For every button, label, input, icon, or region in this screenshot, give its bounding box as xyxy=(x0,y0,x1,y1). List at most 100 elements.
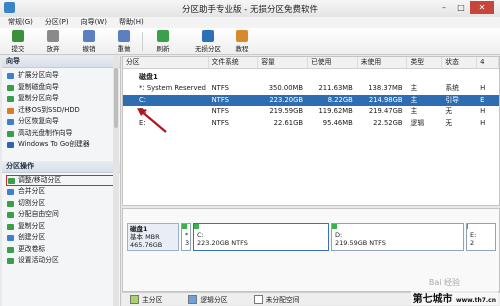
partition-bar-c[interactable]: C: 223.20GB NTFS xyxy=(193,223,329,251)
commit-icon xyxy=(12,30,24,42)
table-row[interactable]: D:NTFS219.59GB119.62MB219.47GB主无H xyxy=(123,106,499,118)
partition-bar-reserved[interactable]: * 3 xyxy=(181,223,191,251)
cell-used: 8.22GB xyxy=(327,95,353,104)
ops-item[interactable]: 调整/移动分区 xyxy=(6,174,116,186)
toolbar-separator xyxy=(142,32,143,51)
ops-item-icon xyxy=(7,189,14,195)
menu-partition[interactable]: 分区(P) xyxy=(45,17,69,28)
disk-name: 磁盘1 xyxy=(130,225,148,233)
wizard-item[interactable]: 扩展分区向导 xyxy=(2,70,120,82)
watermark-site: 第七城市 www.th7.cn xyxy=(410,290,498,305)
col-used[interactable]: 已使用 xyxy=(308,57,358,68)
menu-general[interactable]: 常规(G) xyxy=(8,17,33,28)
partition-info: 2 xyxy=(470,239,475,247)
ops-item[interactable]: 创建分区 xyxy=(2,232,120,244)
wizard-item-icon xyxy=(7,96,14,102)
tutorial-button[interactable]: 教程 xyxy=(230,30,254,53)
undo-button[interactable]: 撤销 xyxy=(77,30,101,53)
maximize-button[interactable]: □ xyxy=(453,1,469,14)
cell-free: 138.37MB xyxy=(368,84,403,92)
col-partition[interactable]: 分区 xyxy=(123,57,209,68)
ops-item[interactable]: 合并分区 xyxy=(2,186,120,198)
redo-icon xyxy=(118,30,130,42)
wizard-item-label: 复制分区向导 xyxy=(18,94,59,102)
col-type[interactable]: 类型 xyxy=(407,57,443,68)
ops-item[interactable]: 更改卷标 xyxy=(2,244,120,256)
legend-unallocated: 未分配空间 xyxy=(253,294,300,304)
ops-item-label: 设置活动分区 xyxy=(18,256,59,264)
cell-used: 119.62MB xyxy=(318,107,353,115)
discard-button[interactable]: 放弃 xyxy=(41,30,65,53)
menu-help[interactable]: 帮助(H) xyxy=(119,17,144,28)
wizard-item-icon xyxy=(7,107,14,114)
ops-item[interactable]: 复制分区 xyxy=(2,221,120,233)
wizard-item[interactable]: 复制分区向导 xyxy=(2,93,120,105)
disk-title: 磁盘1 xyxy=(139,73,158,81)
table-row[interactable]: E: NTFS 22.61GB 95.46MB 22.52GB 逻辑无 H xyxy=(123,118,499,130)
menu-wizard[interactable]: 向导(W) xyxy=(81,17,107,28)
lossless-partition-label: 无损分区 xyxy=(195,45,221,53)
wizard-item[interactable]: 复制磁盘向导 xyxy=(2,82,120,94)
scrollbar-thumb[interactable] xyxy=(114,68,118,128)
cell-type: 主 xyxy=(410,107,418,115)
wizard-item-icon xyxy=(7,142,14,148)
partition-letter: E: xyxy=(470,231,477,239)
partition-info: 3 xyxy=(185,239,190,247)
window-title: 分区助手专业版 - 无损分区免费软件 xyxy=(182,5,318,15)
red-arrow-annotation xyxy=(137,108,167,133)
close-button[interactable]: ✕ xyxy=(470,1,494,14)
ops-item-icon xyxy=(7,212,14,218)
legend-label: 主分区 xyxy=(142,296,163,304)
disk-info-block[interactable]: 磁盘1 基本 MBR 465.76GB xyxy=(127,223,179,251)
partition-bar-d[interactable]: D: 219.59GB NTFS xyxy=(331,223,464,251)
ops-item[interactable]: 分配自由空间 xyxy=(2,209,120,221)
refresh-button[interactable]: 刷新 xyxy=(151,30,175,53)
wizard-item[interactable]: 分区恢复向导 xyxy=(2,116,120,128)
usage-fill xyxy=(467,224,469,229)
col-extra[interactable]: 4 xyxy=(477,57,499,68)
table-row[interactable]: *: System Reserved NTFS 350.00MB 211.63MB 13… xyxy=(123,83,499,95)
legend-swatch xyxy=(130,294,139,304)
minimize-button[interactable]: – xyxy=(436,1,452,14)
partition-letter: * xyxy=(185,231,189,239)
lossless-partition-button[interactable]: 无损分区 xyxy=(193,30,223,53)
commit-button[interactable]: 提交 xyxy=(6,30,30,53)
redo-button[interactable]: 重做 xyxy=(112,30,136,53)
legend-swatch xyxy=(253,294,263,304)
title-bar: 分区助手专业版 - 无损分区免费软件 – □ ✕ xyxy=(0,0,500,18)
cell-name: *: System Reserved xyxy=(139,84,206,92)
cell-cap: 22.61GB xyxy=(273,118,304,127)
redo-label: 重做 xyxy=(117,45,131,53)
wizard-section-header[interactable]: 向导 xyxy=(2,56,120,68)
cell-extra: E xyxy=(480,95,485,104)
ops-item[interactable]: 切割分区 xyxy=(2,198,120,210)
disk-size: 465.76GB xyxy=(130,241,163,249)
partition-letter: C: xyxy=(197,231,204,239)
sidebar-scrollbar[interactable] xyxy=(113,56,119,306)
cell-used: 95.46MB xyxy=(322,118,353,127)
partition-info: 219.59GB NTFS xyxy=(335,239,386,247)
legend-logical: 逻辑分区 xyxy=(188,294,228,304)
legend-label: 逻辑分区 xyxy=(200,296,228,304)
lossless-partition-icon xyxy=(202,30,214,42)
watermark-url: www.th7.cn xyxy=(456,297,496,304)
col-free[interactable]: 未使用 xyxy=(358,57,408,68)
cell-status: 无 xyxy=(445,107,453,115)
app-window: 分区助手专业版 - 无损分区免费软件 – □ ✕ 常规(G) 分区(P) 向导(… xyxy=(0,0,500,306)
partition-bar-e[interactable]: E: 2 xyxy=(466,223,496,251)
cell-type: 主 xyxy=(410,84,418,92)
table-row[interactable]: C: NTFS 223.20GB 8.22GB 214.98GB 主引导 E xyxy=(123,94,499,106)
wizard-item[interactable]: Windows To Go创建器 xyxy=(2,139,120,151)
cell-free: 219.47GB xyxy=(368,107,403,115)
window-controls: – □ ✕ xyxy=(436,1,494,14)
wizard-item[interactable]: 高动光盘制作向导 xyxy=(2,128,120,140)
col-capacity[interactable]: 容量 xyxy=(258,57,308,68)
discard-icon xyxy=(47,30,59,42)
ops-list: 调整/移动分区 合并分区 切割分区 分配自由空间 复制分区 创建分区 更改卷标 设置活动分区 xyxy=(2,173,120,271)
col-filesystem[interactable]: 文件系统 xyxy=(209,57,259,68)
ops-section-header[interactable]: 分区操作 xyxy=(2,160,120,173)
wizard-item[interactable]: 迁移OS到SSD/HDD xyxy=(2,105,120,117)
ops-item[interactable]: 设置活动分区 xyxy=(2,255,120,267)
col-status[interactable]: 状态 xyxy=(442,57,478,68)
ops-item-icon xyxy=(7,235,14,241)
